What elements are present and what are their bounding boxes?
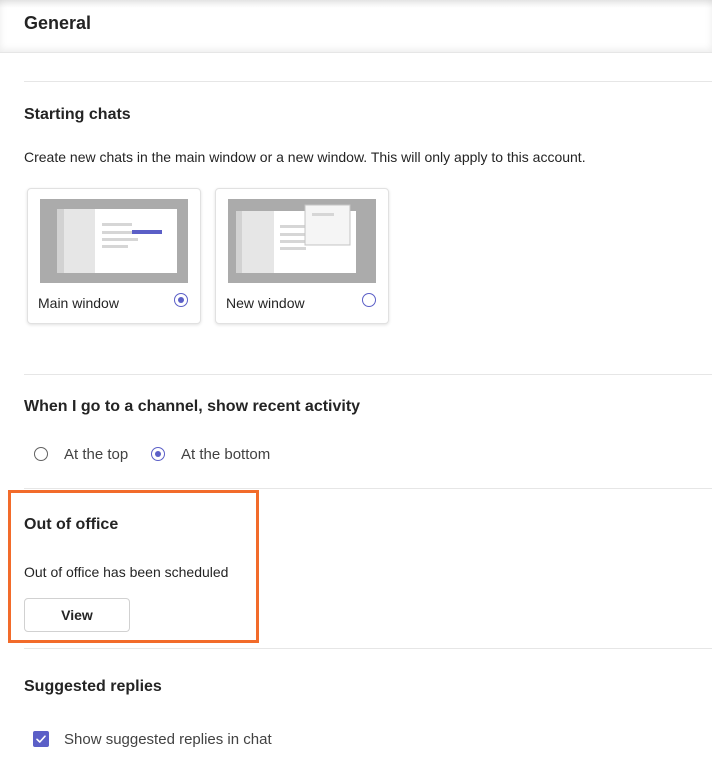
section-divider	[24, 488, 712, 489]
starting-chats-title: Starting chats	[24, 106, 131, 123]
new-window-label: New window	[226, 295, 305, 311]
section-divider	[24, 374, 712, 375]
starting-chats-description: Create new chats in the main window or a…	[24, 149, 586, 165]
settings-header: General	[0, 0, 712, 52]
at-the-top-radio[interactable]	[34, 447, 48, 461]
checkmark-icon	[36, 735, 46, 743]
channel-activity-title: When I go to a channel, show recent acti…	[24, 398, 361, 415]
suggested-replies-label[interactable]: Show suggested replies in chat	[64, 731, 272, 748]
header-shadow	[0, 0, 712, 8]
new-window-radio[interactable]	[362, 293, 376, 307]
main-window-illustration	[57, 209, 177, 273]
main-window-card[interactable]: Main window	[27, 188, 201, 324]
main-window-radio[interactable]	[174, 293, 188, 307]
main-window-thumbnail	[40, 199, 188, 283]
new-window-thumbnail	[228, 199, 376, 283]
section-divider	[24, 648, 712, 649]
at-the-top-label[interactable]: At the top	[64, 446, 128, 463]
new-window-illustration	[236, 204, 356, 273]
new-window-card[interactable]: New window	[215, 188, 389, 324]
highlight-annotation	[8, 490, 259, 643]
at-the-bottom-radio[interactable]	[151, 447, 165, 461]
section-divider	[24, 81, 712, 82]
suggested-replies-title: Suggested replies	[24, 678, 162, 695]
main-window-label: Main window	[38, 295, 119, 311]
at-the-bottom-label[interactable]: At the bottom	[181, 446, 270, 463]
header-divider	[0, 52, 712, 53]
suggested-replies-checkbox[interactable]	[33, 731, 49, 747]
page-title: General	[24, 13, 92, 33]
